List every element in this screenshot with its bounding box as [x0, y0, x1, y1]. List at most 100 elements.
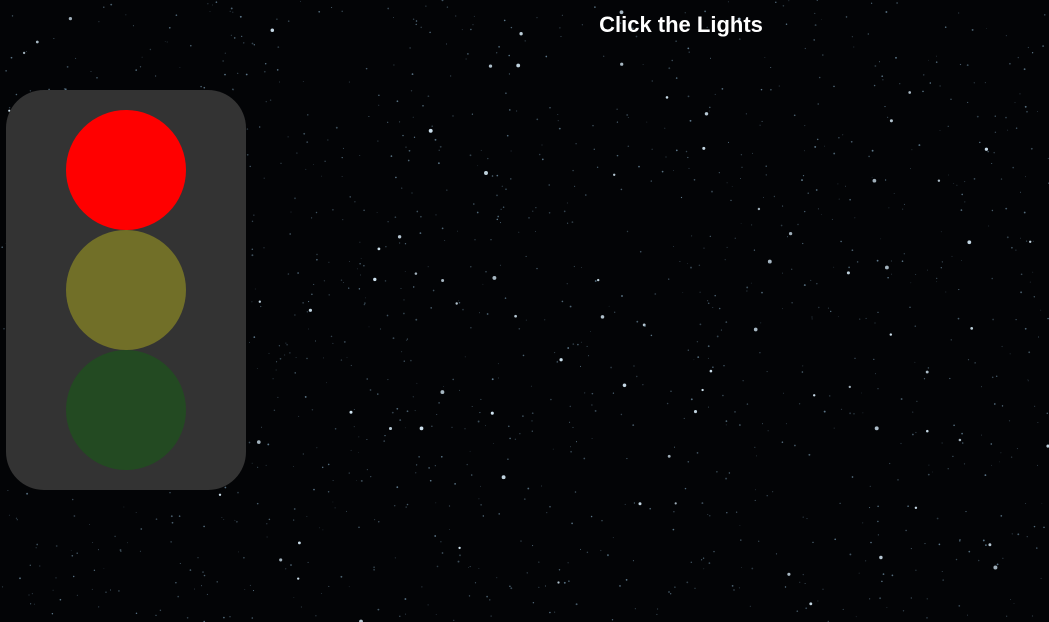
star — [170, 515, 173, 518]
star — [410, 90, 413, 92]
star — [780, 224, 783, 227]
star — [1006, 615, 1008, 617]
star — [1020, 273, 1023, 276]
yellow-light[interactable] — [66, 230, 186, 350]
star — [418, 456, 420, 458]
star — [93, 569, 96, 571]
star — [1027, 379, 1029, 381]
star — [549, 107, 551, 109]
star — [548, 212, 551, 214]
star — [725, 424, 727, 426]
star — [327, 463, 330, 466]
star — [546, 512, 548, 514]
star — [544, 585, 547, 587]
star — [811, 316, 813, 318]
star — [990, 443, 993, 445]
star — [877, 534, 880, 536]
star — [341, 176, 343, 177]
star — [981, 386, 983, 388]
star — [536, 267, 538, 270]
star — [378, 104, 380, 106]
star — [387, 379, 389, 381]
star — [378, 94, 380, 96]
star — [778, 85, 780, 87]
star — [343, 282, 344, 283]
star — [910, 168, 911, 170]
star — [254, 288, 256, 290]
star — [902, 208, 904, 210]
star — [1026, 536, 1028, 538]
star — [880, 238, 882, 240]
star — [567, 222, 569, 224]
star — [524, 40, 526, 42]
star — [638, 502, 642, 506]
star — [206, 593, 208, 595]
star — [991, 163, 993, 164]
star — [363, 209, 365, 212]
star — [390, 155, 393, 157]
star — [353, 409, 355, 410]
star — [846, 271, 850, 275]
star — [302, 453, 304, 455]
star — [924, 543, 926, 545]
star — [784, 586, 787, 588]
star — [55, 577, 57, 579]
star — [535, 207, 537, 209]
red-light[interactable] — [66, 110, 186, 230]
star — [340, 575, 343, 578]
star — [1, 586, 4, 588]
star — [638, 165, 640, 168]
star — [16, 519, 18, 521]
star — [668, 67, 671, 70]
star — [356, 480, 358, 481]
star — [914, 325, 917, 327]
star — [951, 255, 953, 257]
star — [215, 1, 218, 3]
star — [813, 39, 815, 41]
star — [967, 101, 969, 103]
star — [939, 130, 941, 132]
star — [485, 271, 487, 273]
star — [988, 225, 990, 227]
star — [405, 613, 407, 615]
star — [328, 294, 330, 296]
star — [824, 145, 826, 147]
star — [359, 274, 362, 276]
star — [834, 538, 837, 541]
star — [993, 151, 995, 154]
star — [277, 46, 280, 48]
star — [877, 520, 879, 523]
star — [549, 611, 551, 614]
star — [723, 365, 725, 367]
star — [687, 156, 689, 159]
star — [212, 4, 213, 6]
star — [574, 185, 576, 187]
star — [967, 240, 972, 245]
star — [218, 493, 222, 496]
star — [248, 441, 251, 444]
star — [848, 266, 850, 269]
green-light[interactable] — [66, 350, 186, 470]
star — [804, 125, 806, 127]
star — [797, 223, 799, 226]
star — [985, 544, 987, 546]
star — [996, 563, 999, 566]
star — [739, 524, 741, 526]
star — [682, 292, 684, 293]
star — [470, 266, 472, 268]
star — [887, 276, 889, 279]
star — [478, 568, 480, 569]
star — [496, 218, 499, 221]
star — [627, 117, 629, 118]
star — [313, 163, 315, 165]
star — [66, 66, 69, 68]
star — [953, 183, 955, 184]
star — [727, 1, 729, 3]
star — [1015, 249, 1017, 251]
star — [377, 608, 380, 611]
star — [436, 413, 438, 416]
star — [947, 125, 949, 127]
star — [33, 603, 35, 605]
star — [119, 549, 122, 551]
star — [1020, 291, 1023, 294]
